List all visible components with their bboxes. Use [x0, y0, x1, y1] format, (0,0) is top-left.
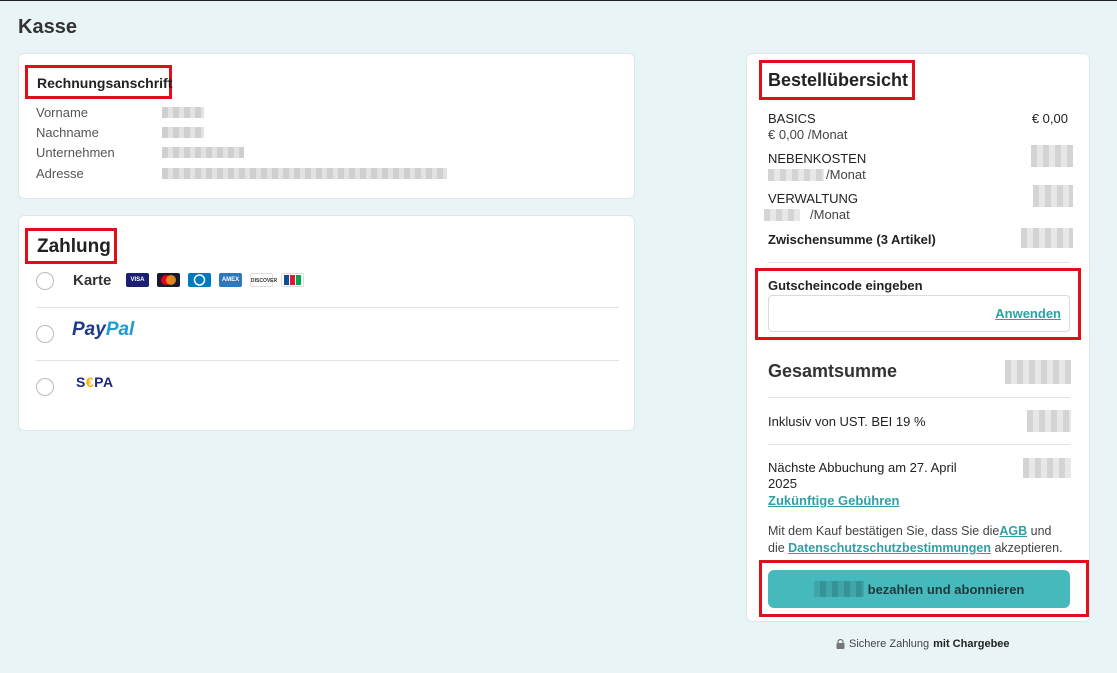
item-price-basics: € 0,00 [1031, 111, 1068, 126]
tax-value [1027, 410, 1071, 432]
sepa-logo: S€PA [76, 374, 114, 390]
subtotal-label: Zwischensumme (3 Artikel) [768, 232, 936, 247]
field-label-company: Unternehmen [36, 145, 115, 160]
field-label-address: Adresse [36, 166, 84, 181]
payment-option-sepa[interactable]: S€PA [36, 362, 619, 414]
field-label-lastname: Nachname [36, 125, 99, 140]
order-summary-card: Bestellübersicht BASICS € 0,00 € 0,00 /M… [746, 53, 1090, 622]
pay-amount [813, 581, 864, 597]
radio-paypal[interactable] [36, 325, 54, 343]
payment-option-card[interactable]: Karte VISA AMEX DISCOVER [36, 256, 619, 308]
divider [768, 397, 1070, 398]
coupon-label: Gutscheincode eingeben [768, 278, 923, 293]
item-sub-amount [768, 169, 824, 181]
next-charge-value [1023, 458, 1071, 478]
billing-title: Rechnungsanschrift [37, 75, 173, 91]
discover-icon: DISCOVER [250, 273, 277, 287]
tax-label: Inklusiv von UST. BEI 19 % [768, 414, 926, 429]
jcb-icon [281, 273, 304, 287]
divider [36, 360, 619, 361]
field-value-lastname [162, 127, 204, 138]
visa-icon: VISA [126, 273, 149, 287]
divider [36, 307, 619, 308]
total-label: Gesamtsumme [768, 361, 898, 381]
summary-title: Bestellübersicht [768, 70, 909, 90]
item-name-verwaltung: VERWALTUNG [768, 191, 859, 206]
amex-icon: AMEX [219, 273, 242, 287]
radio-card[interactable] [36, 272, 54, 290]
apply-coupon-link[interactable]: Anwenden [995, 306, 1061, 321]
field-value-company [162, 147, 244, 158]
payment-title: Zahlung [37, 236, 111, 257]
item-sub-nebenkosten: /Monat [826, 167, 866, 182]
payment-card: Zahlung Karte VISA AMEX DISCOVER PayPal … [18, 215, 635, 431]
billing-address-card: Rechnungsanschrift Vorname Nachname Unte… [18, 53, 635, 199]
item-sub-amount [764, 209, 800, 221]
secure-payment-note: Sichere Zahlung mit Chargebee [836, 638, 1010, 650]
radio-sepa[interactable] [36, 378, 54, 396]
payment-option-paypal[interactable]: PayPal [36, 309, 619, 361]
privacy-link[interactable]: Datenschutzschutzbestimmungen [788, 541, 991, 555]
subtotal-value [1021, 228, 1073, 248]
divider [768, 444, 1070, 445]
field-value-address [162, 168, 447, 179]
pay-and-subscribe-button[interactable]: bezahlen und abonnieren [768, 570, 1070, 608]
future-fees-link[interactable]: Zukünftige Gebühren [768, 493, 899, 508]
page-title: Kasse [18, 16, 77, 38]
item-name-nebenkosten: NEBENKOSTEN [768, 151, 867, 166]
item-sub-basics: € 0,00 /Monat [768, 127, 848, 142]
item-price-nebenkosten [1031, 145, 1073, 167]
field-value-firstname [162, 107, 204, 118]
next-charge-label: Nächste Abbuchung am 27. April 2025 [768, 460, 957, 491]
divider [768, 262, 1070, 263]
lock-icon [836, 639, 845, 649]
coupon-input[interactable]: Anwenden [768, 295, 1070, 332]
mastercard-icon [157, 273, 180, 287]
agb-link[interactable]: AGB [999, 524, 1027, 538]
card-label: Karte [73, 272, 112, 289]
total-value [1005, 360, 1071, 384]
field-label-firstname: Vorname [36, 105, 89, 120]
item-name-basics: BASICS [768, 111, 816, 126]
terms-text: Mit dem Kauf bestätigen Sie, dass Sie di… [768, 524, 1063, 555]
paypal-logo: PayPal [72, 319, 135, 340]
diners-icon [188, 273, 211, 287]
item-price-verwaltung [1033, 185, 1073, 207]
item-sub-verwaltung: /Monat [810, 207, 850, 222]
